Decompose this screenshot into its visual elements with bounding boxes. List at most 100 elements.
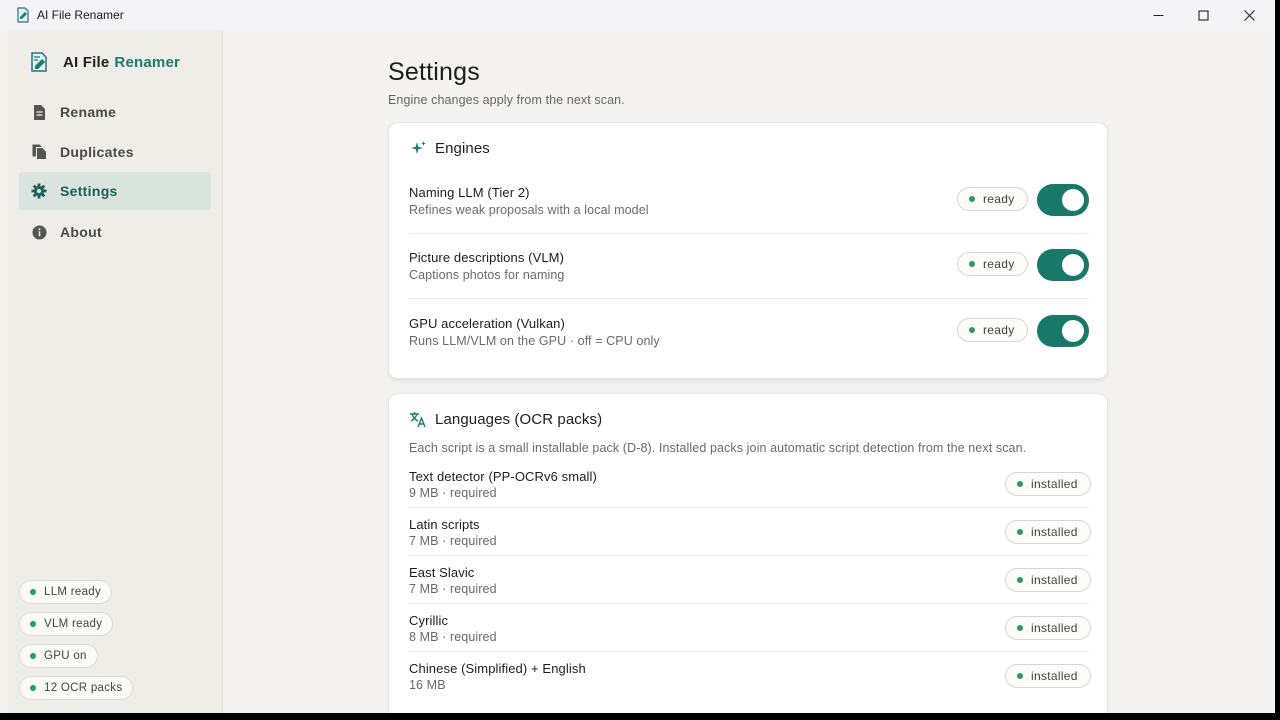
translate-icon: [409, 410, 427, 428]
llm-status-label: LLM ready: [44, 586, 102, 598]
maximize-icon: [1197, 9, 1209, 21]
divider: [409, 298, 1089, 299]
sidebar-item-label: Rename: [60, 104, 117, 120]
ocr-pack-row: Text detector (PP-OCRv6 small) 9 MB · re…: [409, 469, 1091, 503]
window-title: AI File Renamer: [37, 8, 124, 22]
main-content: Settings Engine changes apply from the n…: [224, 30, 1275, 713]
app-logo-icon: [31, 52, 47, 72]
status-dot: [969, 196, 975, 202]
status-badge: installed: [1005, 616, 1091, 640]
sidebar-item-settings[interactable]: Settings: [19, 172, 211, 210]
llm-toggle[interactable]: [1037, 184, 1089, 216]
status-badge-label: installed: [1031, 477, 1078, 491]
engine-row-gpu: GPU acceleration (Vulkan) Runs LLM/VLM o…: [409, 315, 1089, 356]
info-icon: [31, 224, 47, 240]
vlm-status-label: VLM ready: [44, 618, 103, 630]
sparkle-icon: [409, 139, 427, 157]
title-bar: AI File Renamer: [0, 0, 1275, 30]
pack-size: 7 MB · required: [409, 582, 497, 596]
gpu-status-label: GPU on: [44, 650, 87, 662]
ocr-pack-row: East Slavic 7 MB · required installed: [409, 565, 1091, 599]
languages-note: Each script is a small installable pack …: [409, 441, 1027, 455]
divider: [409, 603, 1089, 604]
copy-icon: [31, 144, 47, 160]
gpu-status-pill: GPU on: [19, 644, 98, 668]
divider: [409, 555, 1089, 556]
minimize-button[interactable]: [1135, 0, 1181, 30]
ocr-pack-row: Chinese (Simplified) + English 16 MB ins…: [409, 661, 1091, 695]
brand: AI File Renamer: [28, 50, 180, 74]
status-badge: installed: [1005, 520, 1091, 544]
engine-name: Naming LLM (Tier 2): [409, 185, 530, 200]
gear-icon: [31, 183, 47, 199]
pack-name: East Slavic: [409, 565, 475, 580]
vlm-toggle[interactable]: [1037, 249, 1089, 281]
status-badge: ready: [957, 318, 1028, 342]
engine-description: Runs LLM/VLM on the GPU · off = CPU only: [409, 334, 660, 348]
app-window: AI File Renamer AI File Renamer Rename D…: [0, 0, 1275, 713]
languages-card: Languages (OCR packs) Each script is a s…: [388, 393, 1108, 713]
close-button[interactable]: [1226, 0, 1272, 30]
brand-name-first: AI File: [63, 53, 110, 71]
languages-header: Languages (OCR packs): [409, 410, 602, 428]
status-dot: [1017, 529, 1023, 535]
llm-status-pill: LLM ready: [19, 580, 113, 604]
minimize-icon: [1153, 14, 1163, 16]
pack-name: Chinese (Simplified) + English: [409, 661, 586, 676]
pack-size: 7 MB · required: [409, 534, 497, 548]
status-dot: [30, 589, 36, 595]
divider: [409, 651, 1089, 652]
toggle-knob: [1062, 320, 1084, 342]
status-badge: installed: [1005, 664, 1091, 688]
engine-row-llm: Naming LLM (Tier 2) Refines weak proposa…: [409, 184, 1089, 225]
page-title: Settings: [388, 58, 480, 86]
status-badge-label: ready: [983, 323, 1015, 337]
ocr-status-pill: 12 OCR packs: [19, 676, 134, 700]
status-dot: [969, 261, 975, 267]
app-icon: [17, 7, 29, 23]
card-title: Engines: [435, 139, 490, 157]
status-dot: [1017, 625, 1023, 631]
pack-size: 16 MB: [409, 678, 446, 692]
divider: [409, 233, 1089, 234]
engine-name: GPU acceleration (Vulkan): [409, 316, 565, 331]
card-title: Languages (OCR packs): [435, 410, 603, 428]
engine-description: Refines weak proposals with a local mode…: [409, 203, 649, 217]
page-subtitle: Engine changes apply from the next scan.: [388, 93, 625, 107]
status-badge: installed: [1005, 568, 1091, 592]
status-dot: [1017, 673, 1023, 679]
gpu-toggle[interactable]: [1037, 315, 1089, 347]
status-dot: [969, 327, 975, 333]
engine-row-vlm: Picture descriptions (VLM) Captions phot…: [409, 249, 1089, 290]
document-icon: [31, 104, 47, 120]
status-badge: installed: [1005, 472, 1091, 496]
status-badge-label: installed: [1031, 621, 1078, 635]
status-dot: [30, 653, 36, 659]
status-badge: ready: [957, 187, 1028, 211]
pack-size: 8 MB · required: [409, 630, 497, 644]
status-dot: [1017, 481, 1023, 487]
brand-name-second: Renamer: [114, 53, 181, 71]
ocr-pack-row: Latin scripts 7 MB · required installed: [409, 517, 1091, 551]
status-badge-label: installed: [1031, 669, 1078, 683]
ocr-status-label: 12 OCR packs: [44, 682, 123, 694]
toggle-knob: [1062, 189, 1084, 211]
sidebar-item-rename[interactable]: Rename: [19, 93, 211, 131]
sidebar: AI File Renamer Rename Duplicates Settin…: [8, 30, 223, 713]
sidebar-item-label: Duplicates: [60, 144, 134, 160]
close-icon: [1243, 9, 1255, 21]
engine-name: Picture descriptions (VLM): [409, 250, 565, 265]
maximize-button[interactable]: [1180, 0, 1226, 30]
status-badge-label: ready: [983, 257, 1015, 271]
sidebar-item-duplicates[interactable]: Duplicates: [19, 133, 211, 171]
divider: [409, 507, 1089, 508]
status-badge-label: installed: [1031, 525, 1078, 539]
ocr-pack-row: Cyrillic 8 MB · required installed: [409, 613, 1091, 647]
sidebar-item-about[interactable]: About: [19, 213, 211, 251]
pack-name: Latin scripts: [409, 517, 480, 532]
pack-name: Cyrillic: [409, 613, 449, 628]
engines-header: Engines: [409, 139, 490, 157]
pack-size: 9 MB · required: [409, 486, 497, 500]
vlm-status-pill: VLM ready: [19, 612, 114, 636]
sidebar-item-label: Settings: [60, 183, 118, 199]
